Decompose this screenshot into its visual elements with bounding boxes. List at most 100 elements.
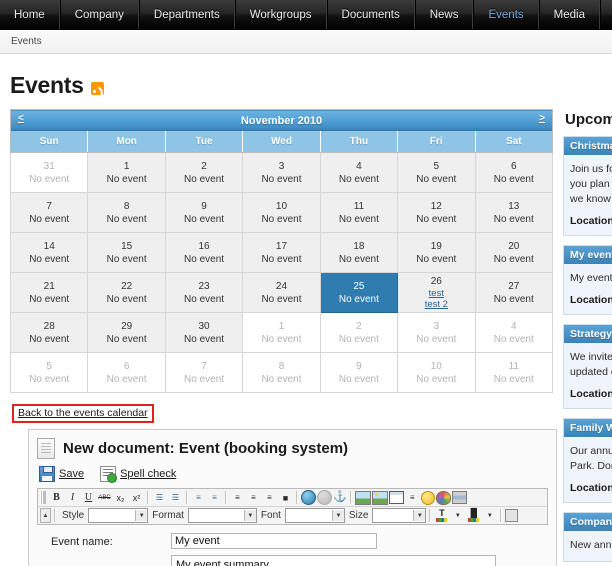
smiley-icon[interactable] (420, 490, 435, 505)
calendar-day-cell[interactable]: 31 No event (9, 152, 89, 193)
rss-icon[interactable] (90, 82, 104, 95)
calendar-day-cell[interactable]: 9 No event (319, 352, 399, 393)
align-right-icon[interactable]: ≡ (262, 490, 277, 505)
maximize-icon[interactable] (505, 509, 519, 522)
calendar-day-cell[interactable]: 30 No event (164, 312, 244, 353)
decrease-indent-icon[interactable]: ≡ (191, 490, 206, 505)
nav-item-departments[interactable]: Departments (138, 0, 235, 29)
calendar-day-cell[interactable]: 6 No event (474, 152, 554, 193)
event-name-input[interactable] (171, 533, 377, 549)
calendar-day-cell[interactable]: 26 test test 2 (397, 272, 476, 313)
calendar-prev-month-link[interactable]: < (18, 113, 24, 124)
spell-check-button[interactable]: Spell check (100, 466, 176, 483)
nav-item-blogs[interactable]: Blogs (599, 0, 612, 29)
justify-icon[interactable]: ■ (278, 490, 293, 505)
breadcrumb-item-events[interactable]: Events (11, 36, 42, 47)
calendar-day-cell[interactable]: 5 No event (9, 352, 89, 393)
calendar-day-cell[interactable]: 23 No event (164, 272, 244, 313)
calendar-next-month-link[interactable]: > (539, 113, 545, 124)
horizontal-rule-icon[interactable]: ≡ (405, 490, 420, 505)
italic-icon[interactable]: I (65, 490, 80, 505)
calendar-day-cell[interactable]: 25 No event (319, 272, 399, 313)
strikethrough-icon[interactable]: ABC (97, 490, 112, 505)
calendar-day-cell[interactable]: 20 No event (474, 232, 554, 273)
format-select[interactable]: ▼ (187, 508, 257, 523)
table-icon[interactable] (388, 491, 404, 504)
calendar-day-cell[interactable]: 24 No event (242, 272, 321, 313)
event-summary-textarea[interactable] (171, 555, 496, 566)
calendar-day-cell[interactable]: 16 No event (164, 232, 244, 273)
page-break-icon[interactable] (451, 491, 467, 504)
align-left-icon[interactable]: ≡ (230, 490, 245, 505)
upcoming-event-title[interactable]: My event | November 26 (564, 246, 612, 264)
special-character-icon[interactable] (435, 490, 451, 505)
text-color-icon[interactable]: T (434, 508, 449, 523)
calendar-day-cell[interactable]: 4 No event (474, 312, 554, 353)
calendar-day-cell[interactable]: 10 No event (397, 352, 476, 393)
nav-item-home[interactable]: Home (0, 0, 60, 29)
numbered-list-icon[interactable]: ☰ (152, 490, 167, 505)
underline-icon[interactable]: U (81, 490, 96, 505)
calendar-day-cell[interactable]: 7 No event (9, 192, 89, 233)
toolbar-grip-handle[interactable] (40, 491, 46, 504)
calendar-day-cell[interactable]: 9 No event (164, 192, 244, 233)
calendar-day-cell[interactable]: 6 No event (87, 352, 166, 393)
nav-item-company[interactable]: Company (59, 0, 139, 29)
back-to-events-calendar-link[interactable]: Back to the events calendar (18, 407, 148, 419)
calendar-day-cell[interactable]: 7 No event (164, 352, 244, 393)
calendar-day-cell[interactable]: 11 No event (319, 192, 399, 233)
day-event-link[interactable]: test 2 (398, 299, 474, 310)
calendar-day-cell[interactable]: 5 No event (397, 152, 476, 193)
nav-item-media[interactable]: Media (538, 0, 600, 29)
nav-item-news[interactable]: News (414, 0, 474, 29)
calendar-day-cell[interactable]: 17 No event (242, 232, 321, 273)
calendar-day-cell[interactable]: 1 No event (242, 312, 321, 353)
upcoming-event-title[interactable]: Company Picnic (564, 513, 612, 531)
text-color-dropdown-icon[interactable]: ▼ (450, 508, 465, 523)
calendar-day-cell[interactable]: 4 No event (319, 152, 399, 193)
calendar-day-cell[interactable]: 28 No event (9, 312, 89, 353)
calendar-day-cell[interactable]: 19 No event (397, 232, 476, 273)
calendar-day-cell[interactable]: 11 No event (474, 352, 554, 393)
upcoming-event-title[interactable]: Christmas party (564, 137, 612, 155)
calendar-day-cell[interactable]: 8 No event (87, 192, 166, 233)
calendar-day-cell[interactable]: 14 No event (9, 232, 89, 273)
calendar-day-cell[interactable]: 18 No event (319, 232, 399, 273)
calendar-day-cell[interactable]: 10 No event (242, 192, 321, 233)
align-center-icon[interactable]: ≡ (246, 490, 261, 505)
calendar-day-cell[interactable]: 2 No event (319, 312, 399, 353)
font-select[interactable]: ▼ (284, 508, 345, 523)
calendar-day-cell[interactable]: 29 No event (87, 312, 166, 353)
flash-icon[interactable] (371, 490, 388, 505)
unlink-icon[interactable] (317, 490, 332, 505)
increase-indent-icon[interactable]: ≡ (207, 490, 222, 505)
upcoming-event-title[interactable]: Family Weekend (564, 419, 612, 437)
calendar-day-cell[interactable]: 22 No event (87, 272, 166, 313)
calendar-day-cell[interactable]: 3 No event (242, 152, 321, 193)
calendar-day-cell[interactable]: 27 No event (474, 272, 554, 313)
calendar-day-cell[interactable]: 21 No event (9, 272, 89, 313)
calendar-day-cell[interactable]: 15 No event (87, 232, 166, 273)
calendar-day-cell[interactable]: 13 No event (474, 192, 554, 233)
calendar-day-cell[interactable]: 2 No event (164, 152, 244, 193)
background-color-icon[interactable]: █ (466, 508, 481, 523)
upcoming-event-title[interactable]: Strategy Meeting (564, 325, 612, 343)
link-icon[interactable] (301, 490, 316, 505)
anchor-icon[interactable]: ⚓ (333, 492, 347, 503)
subscript-icon[interactable]: x₂ (113, 490, 128, 505)
toolbar-collapse-icon[interactable]: ▲ (40, 508, 51, 523)
superscript-icon[interactable]: x² (129, 490, 144, 505)
background-color-dropdown-icon[interactable]: ▼ (482, 508, 497, 523)
day-event-link[interactable]: test (398, 288, 474, 299)
calendar-day-cell[interactable]: 8 No event (242, 352, 321, 393)
nav-item-events[interactable]: Events (473, 0, 539, 29)
size-select[interactable]: ▼ (372, 508, 427, 523)
calendar-day-cell[interactable]: 12 No event (397, 192, 476, 233)
calendar-day-cell[interactable]: 3 No event (397, 312, 476, 353)
style-select[interactable]: ▼ (88, 508, 149, 523)
bulleted-list-icon[interactable]: ☰ (168, 490, 183, 505)
calendar-day-cell[interactable]: 1 No event (87, 152, 166, 193)
nav-item-documents[interactable]: Documents (326, 0, 415, 29)
save-button[interactable]: Save (39, 466, 84, 482)
nav-item-workgroups[interactable]: Workgroups (234, 0, 327, 29)
